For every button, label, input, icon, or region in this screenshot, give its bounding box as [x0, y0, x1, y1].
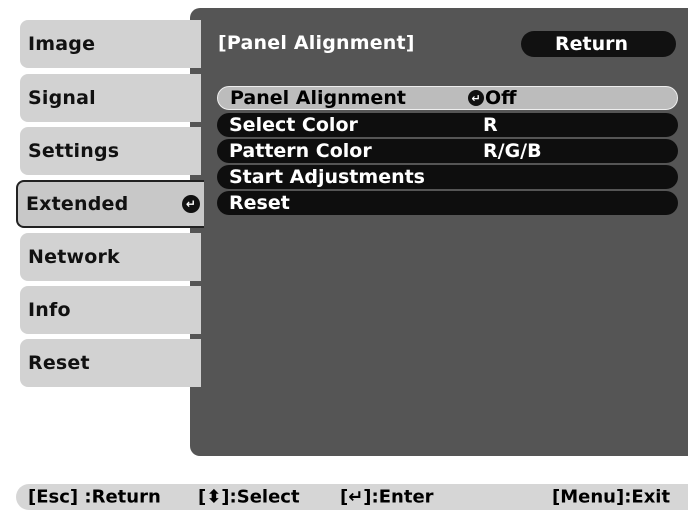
enter-icon: ↵	[468, 90, 484, 106]
sidebar-item-reset[interactable]: Reset	[20, 339, 201, 387]
sidebar-item-image[interactable]: Image	[20, 20, 201, 68]
menu-row-value: R	[483, 114, 498, 136]
menu-row-value: R/G/B	[483, 140, 542, 162]
sidebar-item-label: Reset	[28, 352, 90, 374]
projector-menu-screen: Image Signal Settings Extended ↵ Network…	[0, 0, 688, 513]
menu-row-value-text: Off	[485, 87, 517, 109]
enter-icon: ↵	[182, 195, 200, 213]
menu-row-start-adjustments[interactable]: Start Adjustments	[217, 165, 678, 189]
help-select: [⬍]:Select	[198, 486, 300, 508]
sidebar-item-signal[interactable]: Signal	[20, 74, 201, 122]
sidebar-item-settings[interactable]: Settings	[20, 127, 201, 175]
menu-row-label: Reset	[229, 192, 290, 214]
settings-panel	[190, 8, 688, 456]
help-enter: [↵]:Enter	[340, 486, 434, 508]
help-bar: [Esc] :Return [⬍]:Select [↵]:Enter [Menu…	[16, 484, 688, 510]
menu-row-panel-alignment[interactable]: Panel Alignment ↵ Off	[217, 86, 678, 110]
menu-row-select-color[interactable]: Select Color R	[217, 113, 678, 137]
sidebar-item-label: Signal	[28, 87, 96, 109]
page-title: [Panel Alignment]	[218, 32, 415, 54]
menu-row-reset[interactable]: Reset	[217, 191, 678, 215]
menu-row-label: Start Adjustments	[229, 166, 425, 188]
menu-row-value: ↵ Off	[468, 87, 517, 109]
menu-row-pattern-color[interactable]: Pattern Color R/G/B	[217, 139, 678, 163]
help-esc-return: [Esc] :Return	[28, 486, 161, 508]
menu-row-label: Select Color	[229, 114, 358, 136]
sidebar-item-label: Image	[28, 33, 96, 55]
sidebar-item-label: Info	[28, 299, 71, 321]
help-menu-exit: [Menu]:Exit	[552, 486, 671, 508]
sidebar-item-label: Settings	[28, 140, 120, 162]
sidebar-item-label: Network	[28, 246, 120, 268]
menu-row-label: Panel Alignment	[230, 87, 406, 109]
sidebar-item-network[interactable]: Network	[20, 233, 201, 281]
menu-row-label: Pattern Color	[229, 140, 372, 162]
return-button-label: Return	[554, 33, 629, 55]
sidebar-item-info[interactable]: Info	[20, 286, 201, 334]
sidebar-item-label: Extended	[26, 193, 129, 215]
sidebar-item-extended[interactable]: Extended ↵	[16, 180, 204, 228]
return-button[interactable]: Return	[521, 31, 676, 57]
